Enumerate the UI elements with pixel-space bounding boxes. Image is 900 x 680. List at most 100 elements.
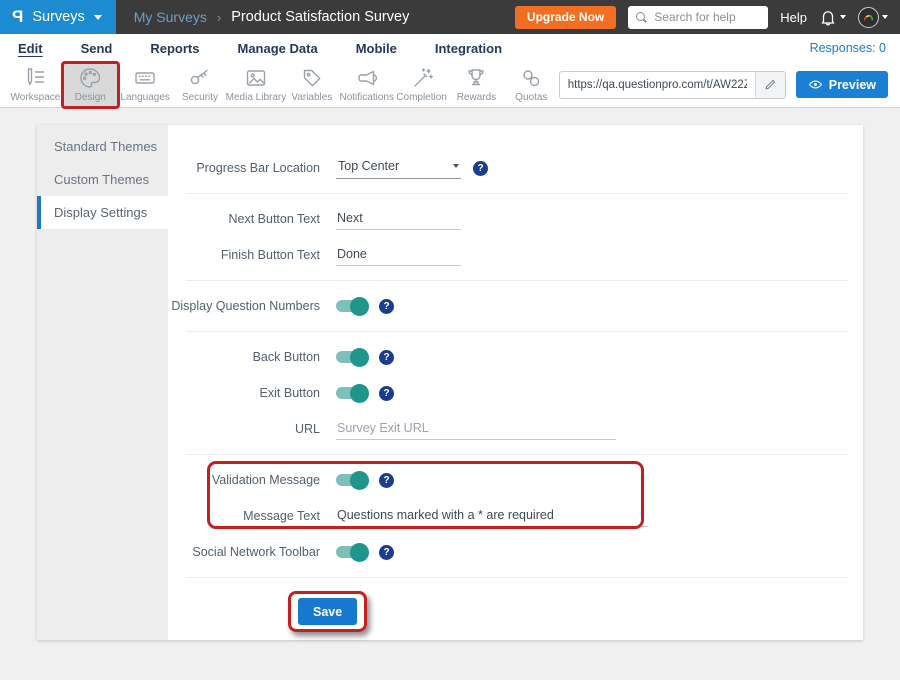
exit-button-row: Exit Button ? (168, 378, 848, 408)
field-label: Next Button Text (168, 212, 320, 226)
tab-reports[interactable]: Reports (150, 41, 199, 56)
social-network-toolbar-row: Social Network Toolbar ? (168, 537, 848, 567)
help-link[interactable]: Help (780, 10, 807, 25)
progress-bar-location-row: Progress Bar Location Top Center ? (168, 153, 848, 183)
toolbar-item-quotas[interactable]: Quotas (504, 62, 559, 108)
save-row: Save (168, 598, 848, 625)
edit-url-button[interactable] (755, 72, 785, 98)
toolbar-item-media-library[interactable]: Media Library (227, 62, 284, 108)
section-divider (186, 577, 848, 578)
back-button-row: Back Button ? (168, 342, 848, 372)
validation-message-toggle[interactable] (336, 474, 367, 486)
field-label: Social Network Toolbar (168, 545, 320, 559)
help-search-box[interactable] (628, 6, 768, 29)
product-switcher[interactable]: P Surveys (0, 0, 116, 34)
edit-toolbar: Workspace Design Languages Security Medi… (0, 62, 900, 108)
section-divider (186, 193, 848, 194)
tab-mobile[interactable]: Mobile (356, 41, 397, 56)
toggle-knob (350, 384, 369, 403)
section-divider (186, 454, 848, 455)
chevron-down-icon (882, 15, 888, 19)
toolbar-item-label: Completion (396, 92, 447, 103)
key-icon (188, 66, 212, 90)
save-button[interactable]: Save (298, 598, 357, 625)
preview-button[interactable]: Preview (796, 71, 888, 98)
toggle-knob (350, 471, 369, 490)
chevron-down-icon (94, 15, 102, 20)
search-input[interactable] (654, 10, 760, 24)
sidebar-item-standard-themes[interactable]: Standard Themes (37, 130, 168, 163)
toolbar-item-label: Rewards (457, 92, 496, 103)
toolbar-item-variables[interactable]: Variables (284, 62, 339, 108)
account-menu[interactable] (858, 7, 888, 28)
image-icon (244, 66, 268, 90)
toolbar-item-label: Notifications (339, 92, 393, 103)
sidebar-item-display-settings[interactable]: Display Settings (37, 196, 168, 229)
display-question-numbers-toggle[interactable] (336, 300, 367, 312)
selected-value: Top Center (338, 159, 453, 173)
links-icon (519, 66, 543, 90)
survey-nav-tabs: Edit Send Reports Manage Data Mobile Int… (0, 34, 900, 62)
sidebar-item-custom-themes[interactable]: Custom Themes (37, 163, 168, 196)
validation-section: Validation Message ? Message Text (168, 465, 848, 531)
exit-url-row: URL (168, 414, 848, 444)
keyboard-icon (133, 66, 157, 90)
field-label: Validation Message (168, 473, 320, 487)
display-question-numbers-row: Display Question Numbers ? (168, 291, 848, 321)
tab-edit[interactable]: Edit (18, 41, 43, 56)
palette-icon (78, 66, 102, 90)
tab-manage-data[interactable]: Manage Data (237, 41, 317, 56)
toolbar-item-completion[interactable]: Completion (394, 62, 449, 108)
toolbar-item-label: Media Library (226, 92, 287, 103)
toolbar-item-workspace[interactable]: Workspace (8, 62, 63, 108)
message-text-input[interactable] (336, 506, 648, 527)
next-button-text-input[interactable] (336, 209, 461, 230)
toolbar-item-design[interactable]: Design (63, 62, 118, 108)
trophy-icon (464, 66, 488, 90)
section-divider (186, 280, 848, 281)
help-icon[interactable]: ? (379, 299, 394, 314)
avatar (858, 7, 879, 28)
top-header: P Surveys My Surveys › Product Satisfact… (0, 0, 900, 34)
questionpro-logo-icon: P (12, 7, 23, 27)
responses-count[interactable]: Responses: 0 (810, 41, 886, 55)
toolbar-item-label: Design (75, 92, 106, 103)
exit-url-input[interactable] (336, 419, 616, 440)
toolbar-item-label: Workspace (11, 92, 61, 103)
help-icon[interactable]: ? (379, 350, 394, 365)
search-icon (636, 12, 647, 23)
notifications-menu[interactable] (819, 8, 846, 26)
progress-bar-location-select[interactable]: Top Center (336, 157, 461, 179)
survey-url-input[interactable] (560, 79, 755, 91)
toolbar-item-label: Languages (120, 92, 170, 103)
megaphone-icon (355, 66, 379, 90)
toolbar-item-label: Security (182, 92, 218, 103)
help-icon[interactable]: ? (379, 386, 394, 401)
social-network-toolbar-toggle[interactable] (336, 546, 367, 558)
bell-icon (819, 8, 837, 26)
display-settings-form: Progress Bar Location Top Center ? Next … (168, 125, 863, 640)
back-button-toggle[interactable] (336, 351, 367, 363)
help-icon[interactable]: ? (473, 161, 488, 176)
validation-message-row: Validation Message ? (168, 465, 848, 495)
help-icon[interactable]: ? (379, 545, 394, 560)
wand-icon (410, 66, 434, 90)
field-label: Display Question Numbers (168, 299, 320, 313)
next-button-text-row: Next Button Text (168, 204, 848, 234)
toolbar-item-notifications[interactable]: Notifications (339, 62, 394, 108)
tab-integration[interactable]: Integration (435, 41, 502, 56)
help-icon[interactable]: ? (379, 473, 394, 488)
eye-icon (808, 77, 823, 92)
breadcrumb-parent[interactable]: My Surveys (134, 9, 207, 25)
upgrade-now-button[interactable]: Upgrade Now (515, 6, 616, 29)
field-label: URL (168, 422, 320, 436)
preview-label: Preview (829, 78, 876, 92)
page-title: Product Satisfaction Survey (231, 9, 409, 25)
finish-button-text-input[interactable] (336, 245, 461, 266)
toolbar-item-rewards[interactable]: Rewards (449, 62, 504, 108)
toolbar-item-security[interactable]: Security (173, 62, 228, 108)
exit-button-toggle[interactable] (336, 387, 367, 399)
tab-send[interactable]: Send (81, 41, 113, 56)
toolbar-item-languages[interactable]: Languages (118, 62, 173, 108)
pencil-icon (764, 78, 777, 91)
